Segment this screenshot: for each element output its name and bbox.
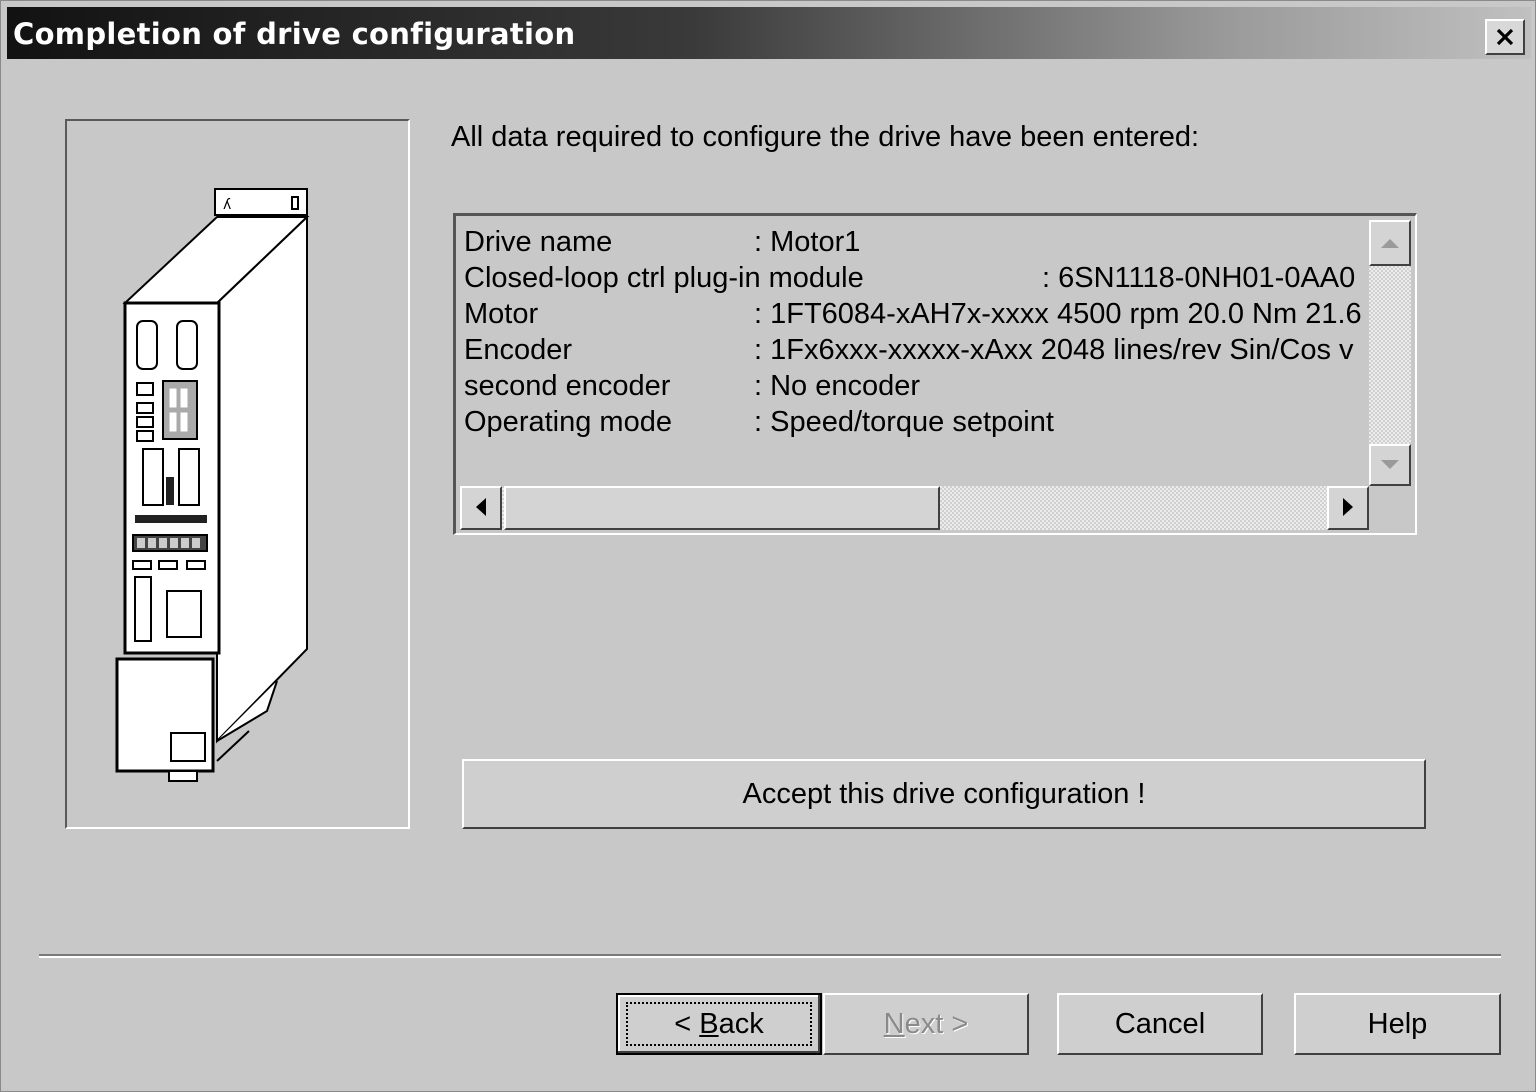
summary-label: Closed-loop ctrl plug-in module: [464, 262, 864, 294]
next-button-label: Next >: [883, 1008, 969, 1040]
configuration-summary-box: Drive name : Motor1 Closed-loop ctrl plu…: [453, 213, 1417, 535]
arrow-down-icon: [1381, 460, 1399, 469]
close-button[interactable]: [1485, 19, 1525, 55]
summary-value: : 1Fx6xxx-xxxxx-xAxx 2048 lines/rev Sin/…: [754, 334, 1354, 366]
summary-value: : No encoder: [754, 370, 921, 402]
scroll-right-button[interactable]: [1327, 486, 1369, 530]
arrow-right-icon: [1343, 498, 1353, 516]
summary-content: Drive name : Motor1 Closed-loop ctrl plu…: [460, 220, 1368, 484]
summary-label: Motor: [464, 298, 539, 330]
summary-label: Operating mode: [464, 406, 672, 438]
summary-value: : Speed/torque setpoint: [754, 406, 1054, 438]
window-title: Completion of drive configuration: [13, 17, 576, 51]
arrow-up-icon: [1381, 239, 1399, 248]
back-button[interactable]: < Back: [616, 993, 822, 1055]
separator-line: [39, 954, 1501, 958]
close-icon: [1496, 28, 1514, 46]
summary-value: : 1FT6084-xAH7x-xxxx 4500 rpm 20.0 Nm 21…: [754, 298, 1362, 330]
drive-illustration-panel: ʎ: [65, 119, 410, 829]
vertical-scrollbar[interactable]: [1369, 220, 1411, 486]
next-button[interactable]: Next >: [823, 993, 1029, 1055]
horizontal-scroll-thumb[interactable]: [504, 486, 940, 530]
drive-module-illustration: ʎ: [115, 188, 310, 782]
scroll-left-button[interactable]: [460, 486, 502, 530]
scroll-up-button[interactable]: [1369, 220, 1411, 266]
accept-configuration-button[interactable]: Accept this drive configuration !: [462, 759, 1426, 829]
summary-label: Encoder: [464, 334, 573, 366]
summary-value: : Motor1: [754, 226, 861, 258]
cancel-button[interactable]: Cancel: [1057, 993, 1263, 1055]
scroll-down-button[interactable]: [1369, 444, 1411, 486]
focus-rectangle: [626, 1002, 812, 1046]
summary-label: second encoder: [464, 370, 671, 402]
horizontal-scrollbar[interactable]: [460, 486, 1369, 530]
scrollbar-corner: [1369, 486, 1411, 530]
summary-value: : 6SN1118-0NH01-0AA0: [1042, 262, 1356, 294]
help-button[interactable]: Help: [1294, 993, 1501, 1055]
summary-label: Drive name: [464, 226, 613, 258]
intro-text: All data required to configure the drive…: [451, 121, 1200, 153]
drive-config-dialog: Completion of drive configuration ʎ All …: [0, 0, 1536, 1092]
arrow-left-icon: [476, 498, 486, 516]
title-bar: Completion of drive configuration: [7, 7, 1531, 59]
svg-text:ʎ: ʎ: [223, 197, 231, 213]
